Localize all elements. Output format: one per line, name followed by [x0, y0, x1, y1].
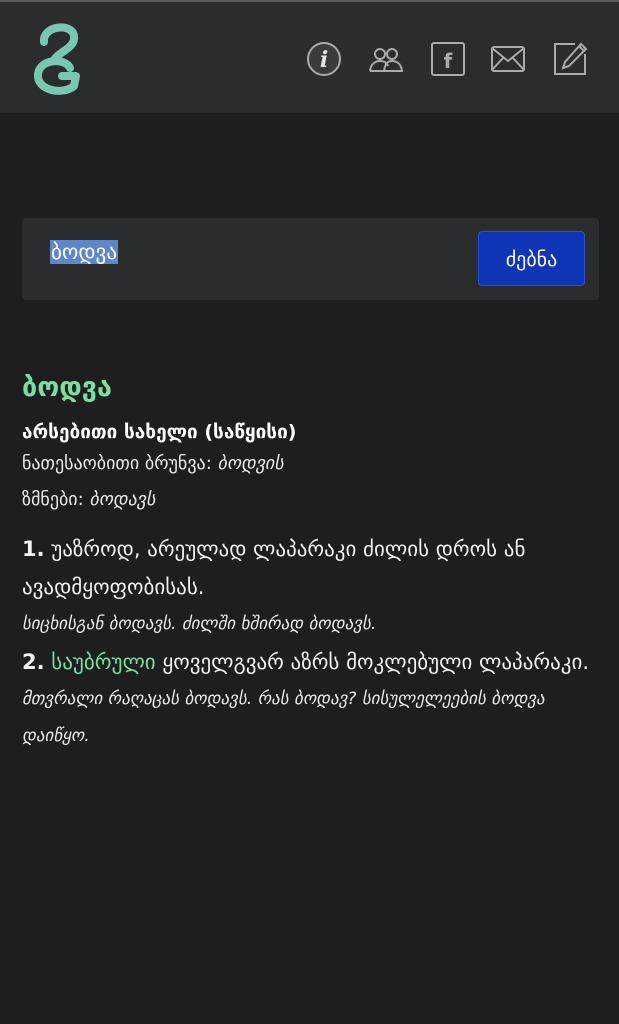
logo-icon — [34, 23, 80, 95]
logo[interactable] — [28, 18, 92, 98]
verbs-line: ზმნები: ბოდავს — [22, 482, 602, 518]
sense-definition: 1. უაზროდ, არეულად ლაპარაკი ძილის დროს ა… — [22, 530, 602, 606]
sense-definition-text: უაზროდ, არეულად ლაპარაკი ძილის დროს ან ა… — [22, 537, 526, 599]
search-input[interactable]: ბოდვა — [50, 240, 470, 280]
sense-1: 1. უაზროდ, არეულად ლაპარაკი ძილის დროს ა… — [22, 530, 602, 643]
sense-2: 2. საუბრული ყოველგვარ აზრს მოკლებული ლაპ… — [22, 643, 602, 755]
part-of-speech: არსებითი სახელი (საწყისი) — [22, 421, 297, 443]
entry-headword: ბოდვა — [22, 372, 112, 403]
sense-number: 2. — [22, 650, 45, 674]
users-icon[interactable] — [367, 40, 405, 78]
dictionary-entry: ბოდვა არსებითი სახელი (საწყისი) ნათესაობ… — [22, 368, 602, 755]
search-query-text: ბოდვა — [50, 240, 118, 264]
search-button[interactable]: ძებნა — [478, 231, 585, 286]
info-icon[interactable]: i — [305, 40, 343, 78]
mail-icon[interactable] — [489, 40, 527, 78]
genitive-label: ნათესაობითი ბრუნვა: — [22, 453, 212, 474]
sense-definition-text: ყოველგვარ აზრს მოკლებული ლაპარაკი. — [162, 650, 590, 674]
search-bar: ბოდვა ძებნა — [22, 218, 599, 300]
verbs-form: ბოდავს — [89, 489, 156, 510]
sense-example: სიცხისგან ბოდავს. ძილში ხშირად ბოდავს. — [22, 614, 377, 634]
facebook-icon[interactable]: f — [429, 40, 467, 78]
sense-example: მთვრალი რაღაცას ბოდავს. რას ბოდავ? სისულ… — [22, 689, 545, 746]
svg-text:f: f — [444, 49, 453, 73]
genitive-form: ბოდვის — [217, 453, 284, 474]
sense-definition: 2. საუბრული ყოველგვარ აზრს მოკლებული ლაპ… — [22, 643, 602, 681]
edit-icon[interactable] — [551, 40, 589, 78]
genitive-form-line: ნათესაობითი ბრუნვა: ბოდვის — [22, 446, 602, 482]
svg-text:i: i — [320, 47, 328, 73]
verbs-label: ზმნები: — [22, 489, 84, 510]
usage-label-link[interactable]: საუბრული — [51, 650, 155, 674]
app-header: i f — [0, 2, 619, 113]
senses-list: 1. უაზროდ, არეულად ლაპარაკი ძილის დროს ა… — [22, 530, 602, 755]
sense-number: 1. — [22, 537, 45, 561]
